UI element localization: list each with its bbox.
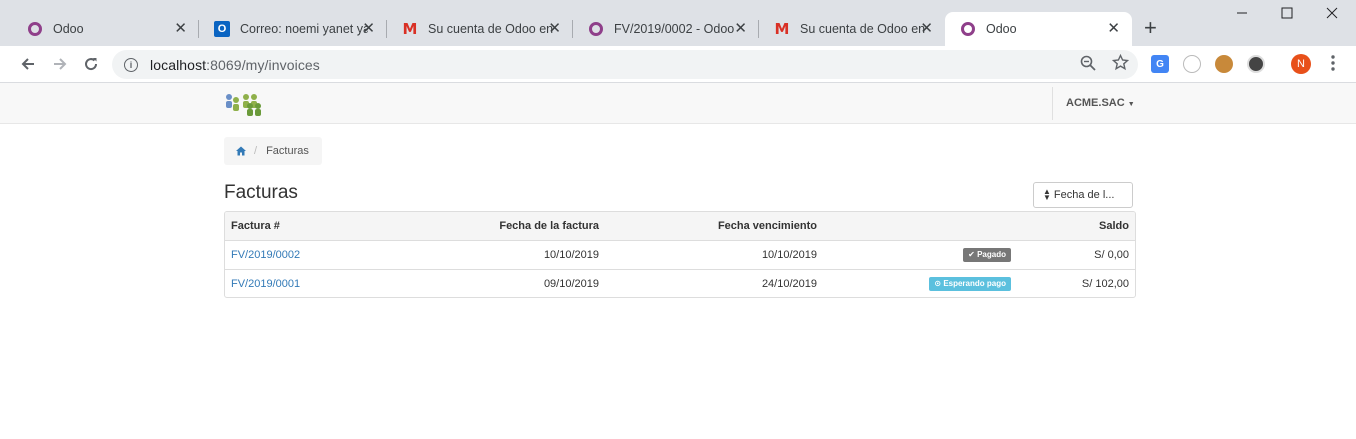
odoo-navbar: ACME.SAC ▼ [0,83,1356,124]
invoice-link[interactable]: FV/2019/0002 [231,249,300,261]
odoo-icon [959,20,977,38]
gmail-icon: M [774,20,790,38]
table-row[interactable]: FV/2019/0002 10/10/2019 10/10/2019 ✔ Pag… [225,240,1135,269]
due-date: 24/10/2019 [605,268,823,297]
cookie-extension-icon[interactable] [1215,55,1233,73]
back-icon[interactable] [16,52,40,76]
home-icon[interactable] [236,146,246,156]
invoice-date: 09/10/2019 [385,268,605,297]
caret-down-icon: ▼ [1127,101,1135,108]
url-text: localhost:8069/my/invoices [150,56,320,73]
browser-tab[interactable]: Odoo ✕ [12,12,199,46]
close-icon[interactable]: ✕ [362,21,375,37]
clock-icon: ⊙ [934,278,942,288]
table-row[interactable]: FV/2019/0001 09/10/2019 24/10/2019 ⊙ Esp… [225,268,1135,297]
forward-icon[interactable] [48,52,72,76]
sort-icon: ▲ ▼ [1043,187,1051,202]
clock-extension-icon[interactable] [1183,55,1201,73]
tab-title: Odoo [53,22,84,36]
translate-extension-icon[interactable]: G [1151,55,1169,73]
tab-title: Odoo [986,22,1017,36]
tab-title: FV/2019/0002 - Odoo [614,22,735,36]
new-tab-button[interactable]: + [1144,17,1157,39]
close-icon[interactable]: ✕ [1107,21,1120,37]
check-icon: ✔ [968,249,975,259]
column-header-balance: Saldo [1017,212,1135,241]
page-title: Facturas [224,182,298,203]
balance-amount: S/ 0,00 [1094,248,1129,261]
extension-icon[interactable] [1247,55,1265,73]
tab-title: Correo: noemi yanet ya [240,22,368,36]
browser-tab[interactable]: FV/2019/0002 - Odoo ✕ [573,12,759,46]
invoice-link[interactable]: FV/2019/0001 [231,278,300,290]
bookmark-star-icon[interactable] [1111,53,1130,76]
column-header-due: Fecha vencimiento [605,212,823,241]
maximize-icon[interactable] [1281,6,1293,22]
breadcrumb: / Facturas [224,137,322,165]
close-icon[interactable]: ✕ [734,21,747,37]
sort-label: Fecha de l... [1053,189,1115,201]
info-icon[interactable]: i [124,57,138,72]
due-date: 10/10/2019 [761,248,817,261]
browser-tab[interactable]: M Su cuenta de Odoo en ✕ [759,12,945,46]
menu-icon[interactable] [1328,54,1338,77]
invoices-table: Factura # Fecha de la factura Fecha venc… [224,211,1136,298]
browser-tab-strip: Odoo ✕ O Correo: noemi yanet ya ✕ M Su c… [0,0,1356,46]
browser-tab[interactable]: O Correo: noemi yanet ya ✕ [199,12,387,46]
reload-icon[interactable] [79,52,103,76]
status-badge: ✔ Pagado [963,247,1011,262]
window-close-icon[interactable] [1326,6,1338,22]
company-menu[interactable]: ACME.SAC ▼ [1066,97,1135,109]
tab-title: Su cuenta de Odoo en [428,22,554,36]
zoom-icon[interactable] [1080,55,1096,76]
browser-tab[interactable]: M Su cuenta de Odoo en ✕ [387,12,573,46]
breadcrumb-current: Facturas [266,145,309,157]
invoice-date: 10/10/2019 [543,248,599,261]
sort-button[interactable]: ▲ ▼ Fecha de l... [1033,182,1133,208]
profile-avatar[interactable]: N [1291,54,1311,74]
browser-tab-active[interactable]: Odoo ✕ [945,12,1132,46]
minimize-icon[interactable] [1236,4,1248,20]
close-icon[interactable]: ✕ [920,21,933,37]
table-header-row: Factura # Fecha de la factura Fecha venc… [225,212,1135,241]
browser-toolbar: i localhost:8069/my/invoices G N [0,46,1356,83]
odoo-icon [26,20,44,38]
address-bar[interactable]: i localhost:8069/my/invoices [112,50,1138,79]
tab-title: Su cuenta de Odoo en [800,22,926,36]
odoo-icon [587,20,605,38]
column-header-invoice: Factura # [225,212,385,241]
gmail-icon: M [402,20,418,38]
close-icon[interactable]: ✕ [548,21,561,37]
column-header-date: Fecha de la factura [385,212,605,241]
company-logo[interactable] [224,92,264,116]
status-badge: ⊙ Esperando pago [929,276,1011,291]
close-icon[interactable]: ✕ [174,21,187,37]
balance-amount: S/ 102,00 [1017,268,1135,297]
outlook-icon: O [213,20,231,38]
